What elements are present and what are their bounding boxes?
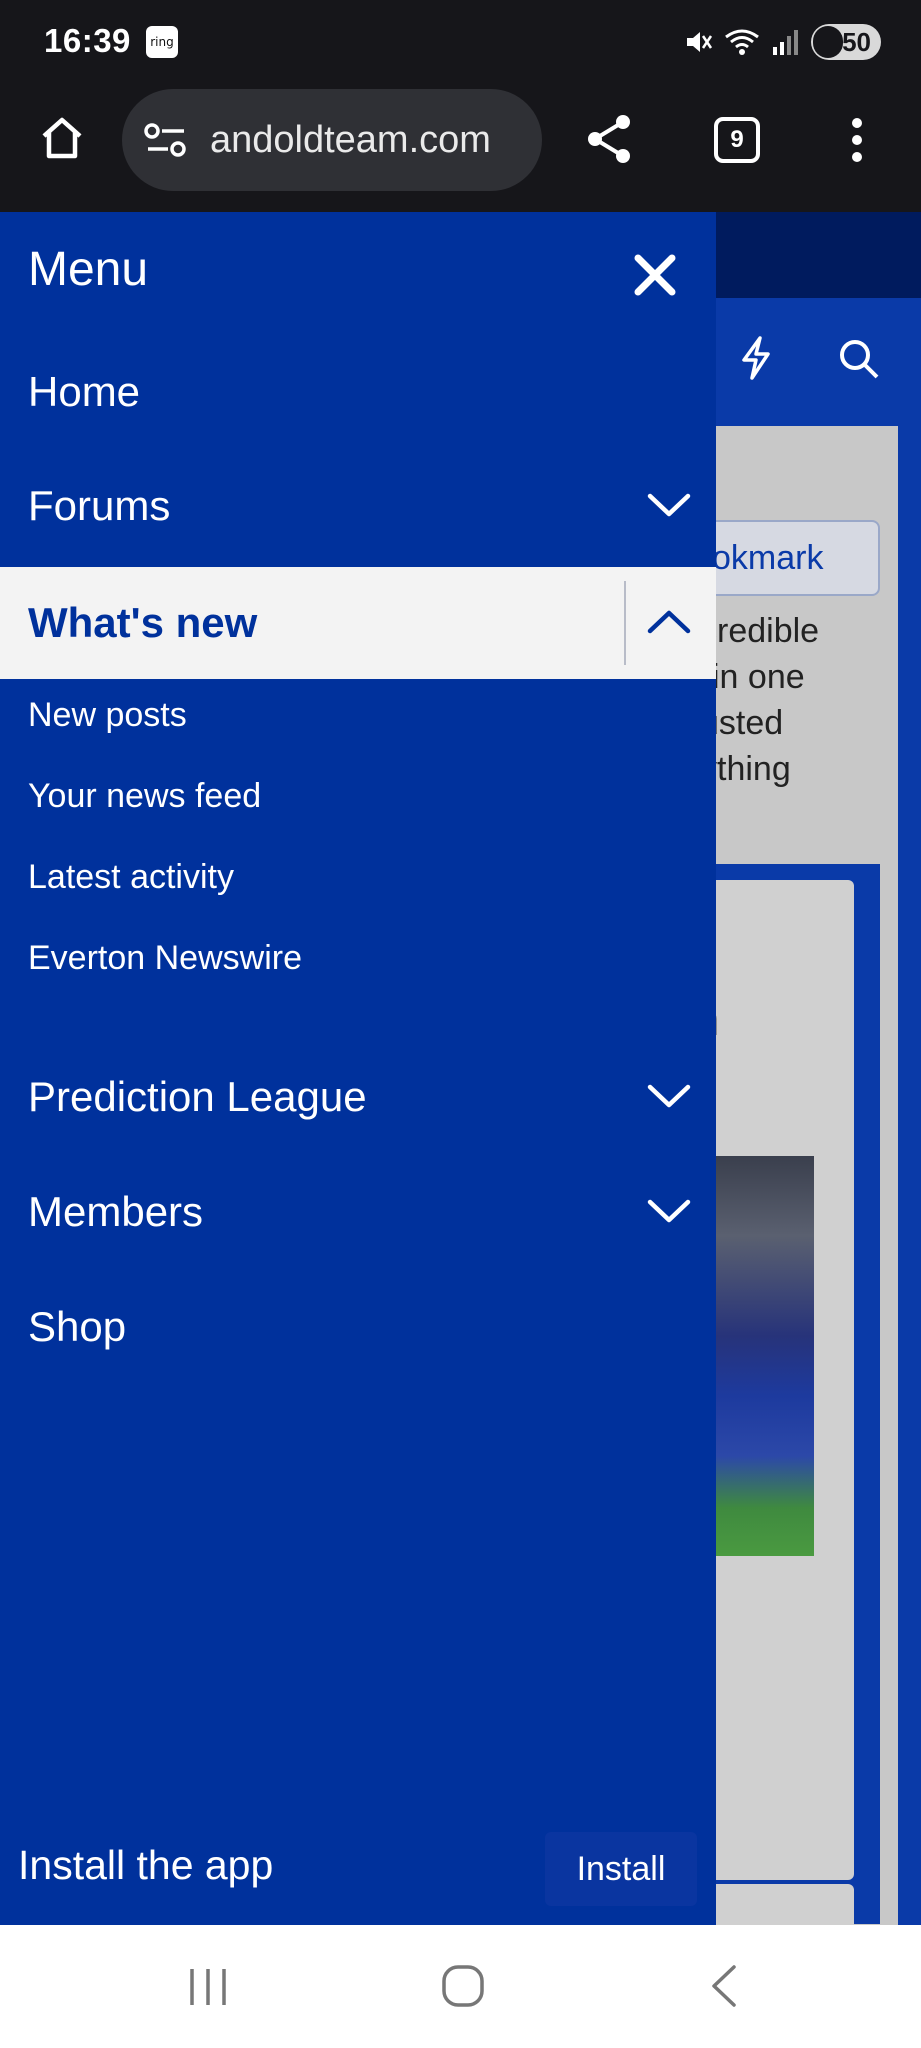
menu-item-members[interactable]: Members bbox=[0, 1156, 716, 1268]
menu-title: Menu bbox=[28, 243, 149, 296]
menu-item-label: Prediction League bbox=[28, 1073, 367, 1120]
home-icon[interactable] bbox=[38, 114, 86, 162]
menu-item-label: Shop bbox=[28, 1303, 127, 1350]
status-time: 16:39 bbox=[44, 22, 131, 59]
search-icon[interactable] bbox=[838, 338, 880, 380]
share-icon[interactable] bbox=[583, 112, 635, 166]
menu-item-home[interactable]: Home bbox=[0, 336, 716, 448]
close-icon[interactable] bbox=[630, 250, 680, 300]
menu-item-prediction-league[interactable]: Prediction League bbox=[0, 1041, 716, 1153]
divider bbox=[624, 581, 626, 665]
menu-drawer: Menu Home Forums What's new New posts Yo… bbox=[0, 212, 716, 1925]
bg-text-line: credible bbox=[700, 612, 820, 650]
submenu-item-everton-newswire[interactable]: Everton Newswire bbox=[28, 939, 302, 978]
status-bar: 16:39 ring 50 bbox=[0, 0, 921, 84]
site-settings-icon[interactable] bbox=[144, 121, 188, 161]
bookmark-button[interactable]: okmark bbox=[690, 520, 880, 596]
chevron-down-icon[interactable] bbox=[646, 490, 692, 520]
tabs-icon[interactable]: 9 bbox=[714, 117, 760, 163]
install-app-row: Install the app Install bbox=[0, 1808, 716, 1922]
status-icons: 50 bbox=[683, 22, 881, 62]
menu-item-forums[interactable]: Forums bbox=[0, 450, 716, 562]
page-right-edge bbox=[898, 426, 921, 1925]
battery-level: 50 bbox=[842, 27, 871, 57]
menu-item-whats-new[interactable]: What's new bbox=[0, 567, 716, 679]
home-nav-icon[interactable] bbox=[440, 1963, 486, 2009]
browser-toolbar: andoldteam.com 9 bbox=[0, 84, 921, 212]
more-icon[interactable] bbox=[848, 116, 866, 164]
submenu-item-news-feed[interactable]: Your news feed bbox=[28, 777, 261, 816]
menu-item-label: Members bbox=[28, 1188, 204, 1235]
bg-text-line: in one bbox=[712, 658, 805, 696]
chevron-up-icon[interactable] bbox=[646, 607, 692, 637]
chevron-down-icon[interactable] bbox=[646, 1081, 692, 1111]
install-button[interactable]: Install bbox=[545, 1832, 697, 1906]
submenu-item-latest-activity[interactable]: Latest activity bbox=[28, 858, 234, 897]
bolt-icon[interactable] bbox=[738, 336, 774, 380]
install-app-label: Install the app bbox=[18, 1842, 274, 1888]
chevron-down-icon[interactable] bbox=[646, 1196, 692, 1226]
recents-icon[interactable] bbox=[184, 1965, 232, 2009]
address-bar[interactable]: andoldteam.com bbox=[122, 89, 542, 191]
submenu-item-new-posts[interactable]: New posts bbox=[28, 696, 187, 735]
battery-icon: 50 bbox=[811, 24, 881, 60]
signal-icon bbox=[773, 30, 798, 55]
menu-item-label: Forums bbox=[28, 482, 171, 529]
menu-item-label: Home bbox=[28, 368, 141, 415]
back-icon[interactable] bbox=[704, 1961, 744, 2011]
menu-item-label: What's new bbox=[28, 599, 258, 646]
system-nav-bar bbox=[0, 1925, 921, 2048]
wifi-icon bbox=[725, 29, 759, 55]
ring-app-icon: ring bbox=[146, 26, 178, 58]
mute-icon bbox=[687, 32, 713, 52]
menu-item-shop[interactable]: Shop bbox=[0, 1271, 716, 1383]
url-text: andoldteam.com bbox=[210, 119, 491, 161]
